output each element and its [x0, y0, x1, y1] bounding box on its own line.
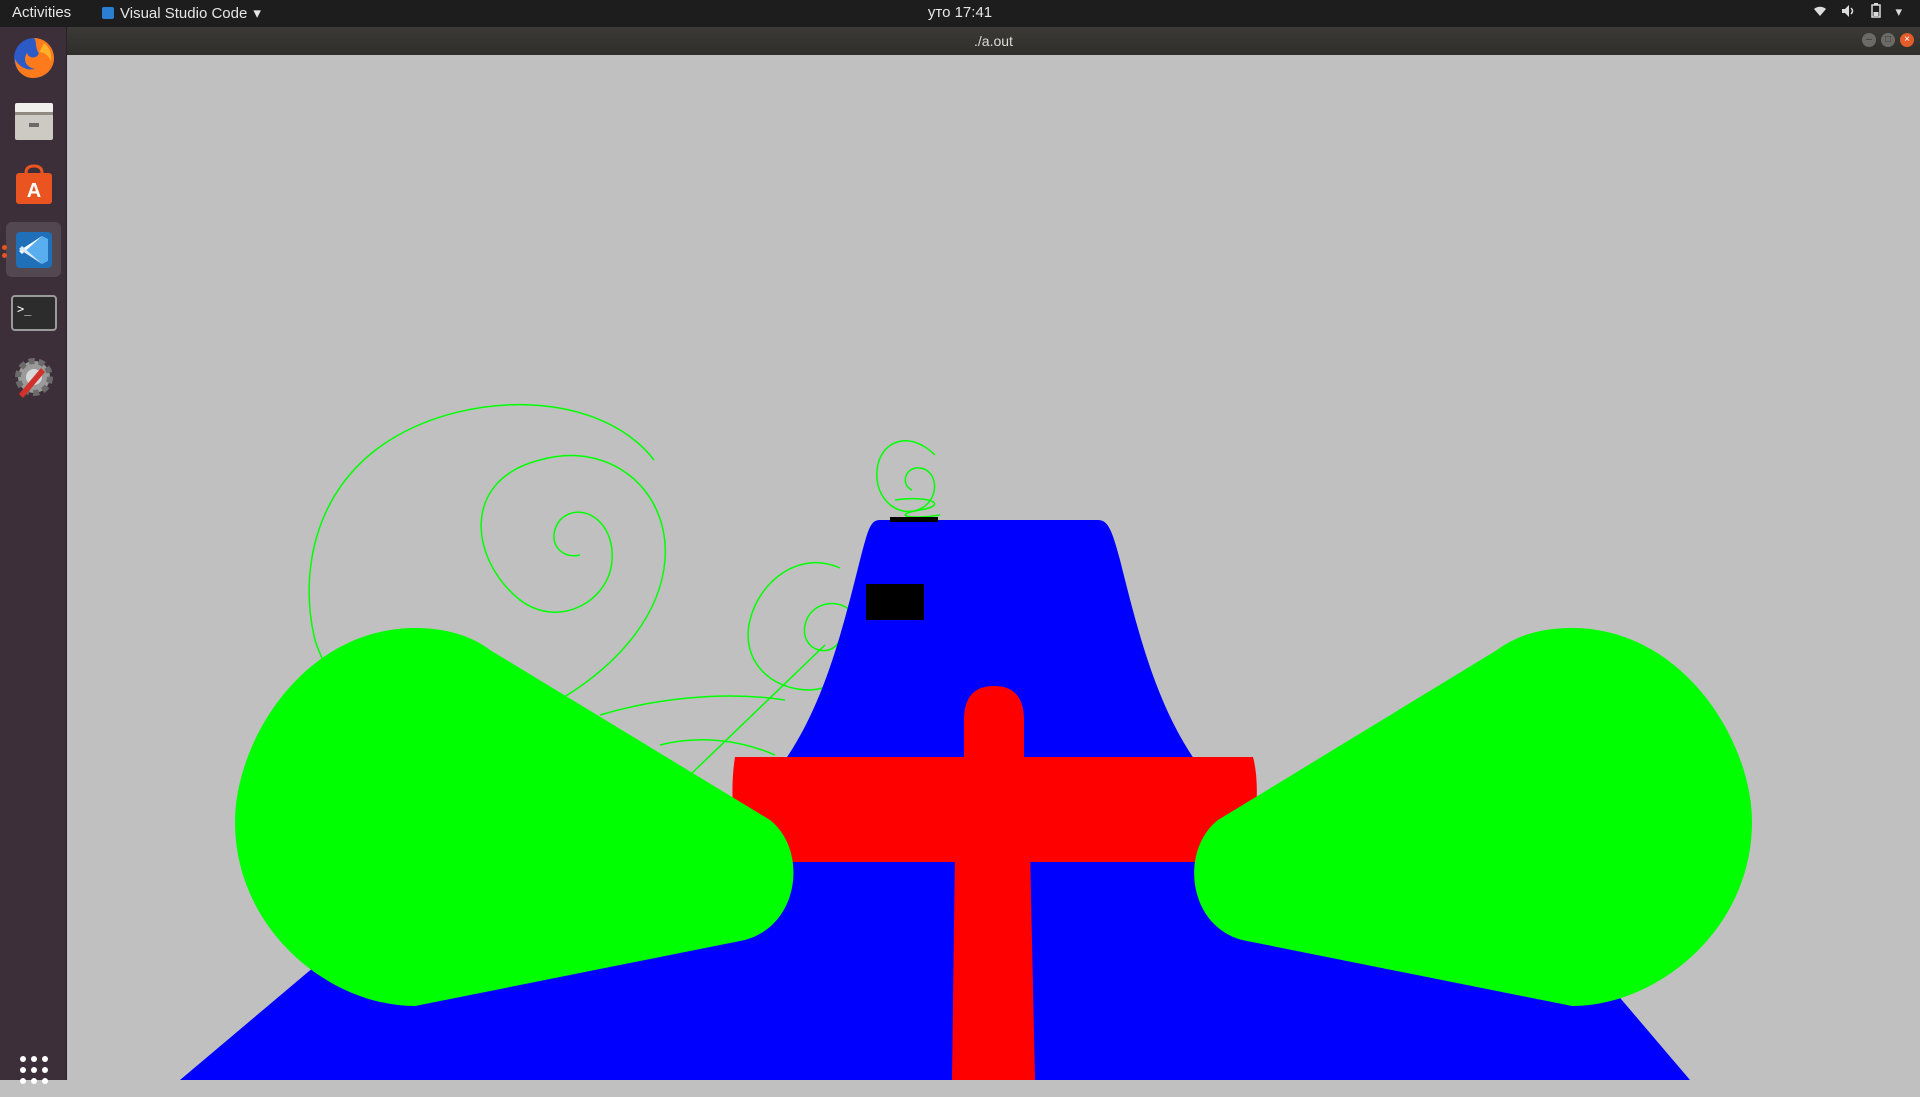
black-window — [866, 584, 924, 620]
minimize-button[interactable]: – — [1862, 33, 1876, 47]
battery-icon[interactable] — [1871, 3, 1882, 21]
volume-icon[interactable] — [1841, 4, 1857, 21]
red-knob — [964, 686, 1024, 760]
running-indicator-1 — [2, 245, 7, 250]
terminal-icon: >_ — [10, 294, 57, 331]
dock-item-files[interactable] — [6, 93, 61, 148]
spiral-streak — [599, 695, 786, 716]
scene-svg — [180, 403, 1752, 1080]
chevron-down-icon: ▾ — [253, 5, 261, 22]
vscode-icon — [15, 231, 52, 268]
activities-button[interactable]: Activities — [12, 4, 71, 21]
dock-item-settings[interactable] — [6, 349, 61, 404]
svg-text:A: A — [26, 180, 40, 202]
spiral-streak-2 — [659, 739, 776, 756]
clock[interactable]: уто 17:41 — [0, 4, 1920, 21]
dock-item-terminal[interactable]: >_ — [6, 285, 61, 340]
app-menu[interactable]: Visual Studio Code ▾ — [102, 4, 261, 22]
app-menu-label: Visual Studio Code — [120, 4, 248, 22]
settings-icon — [14, 357, 53, 398]
firefox-icon — [13, 37, 54, 78]
red-crossbar — [732, 757, 1257, 862]
top-bar: Activities Visual Studio Code ▾ уто 17:4… — [0, 0, 1920, 27]
svg-text:>_: >_ — [17, 302, 32, 316]
running-indicator-2 — [2, 253, 7, 258]
system-tray[interactable]: ▾ — [1813, 3, 1902, 21]
show-applications-icon — [19, 1055, 48, 1084]
files-icon — [14, 102, 53, 140]
launcher-dock: A >_ — [0, 27, 67, 1084]
wifi-icon[interactable] — [1813, 5, 1827, 20]
spiral-small — [876, 440, 936, 513]
dock-item-firefox[interactable] — [6, 30, 61, 85]
maximize-button[interactable]: □ — [1881, 33, 1895, 47]
black-top-plate — [890, 517, 938, 522]
red-stem — [952, 850, 1035, 1080]
dock-item-software[interactable]: A — [6, 157, 61, 212]
close-button[interactable]: × — [1900, 33, 1914, 47]
render-canvas[interactable] — [67, 55, 1920, 1080]
dock-item-vscode[interactable] — [6, 222, 61, 277]
window-title: ./a.out — [974, 33, 1013, 49]
system-menu-chevron-icon[interactable]: ▾ — [1895, 4, 1902, 20]
window-titlebar[interactable]: ./a.out – □ × — [67, 27, 1920, 56]
vscode-mini-icon — [102, 7, 114, 19]
software-center-icon: A — [15, 163, 52, 204]
dock-item-show-apps[interactable] — [6, 1042, 61, 1097]
